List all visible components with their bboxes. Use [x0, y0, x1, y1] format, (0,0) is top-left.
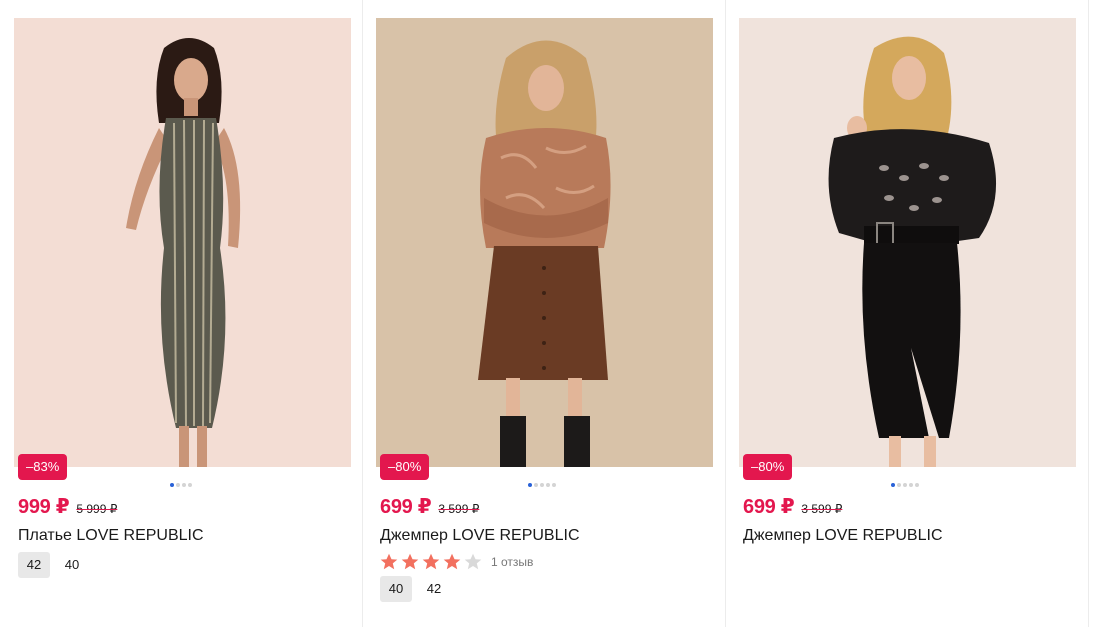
price-block: 699 ₽ 3 599 ₽: [743, 494, 842, 519]
price-block: 699 ₽ 3 599 ₽: [380, 494, 479, 519]
current-price: 699 ₽: [380, 496, 432, 518]
product-card[interactable]: –80% 699 ₽ 3 599 ₽ Джемпер LOVE REPUBLIC…: [363, 0, 726, 627]
star-filled-icon: [422, 553, 440, 570]
product-image[interactable]: [14, 18, 351, 467]
image-pagination[interactable]: [170, 483, 192, 487]
pagination-dot[interactable]: [903, 483, 907, 487]
star-filled-icon: [401, 553, 419, 570]
pagination-dot[interactable]: [546, 483, 550, 487]
product-title[interactable]: Платье LOVE REPUBLIC: [18, 527, 204, 545]
product-photo-dress: [14, 18, 351, 467]
pagination-dot[interactable]: [915, 483, 919, 487]
star-filled-icon: [380, 553, 398, 570]
size-option[interactable]: 40: [380, 576, 412, 602]
old-price: 5 999 ₽: [76, 502, 118, 516]
product-card[interactable]: –83% 999 ₽ 5 999 ₽ Платье LOVE REPUBLIC …: [0, 0, 363, 627]
pagination-dot[interactable]: [176, 483, 180, 487]
discount-badge: –83%: [18, 454, 68, 480]
discount-badge: –80%: [380, 454, 430, 480]
pagination-dot[interactable]: [170, 483, 174, 487]
reviews-link[interactable]: 1 отзыв: [491, 555, 533, 569]
size-list: 42 40: [18, 552, 88, 578]
pagination-dot[interactable]: [528, 483, 532, 487]
star-filled-icon: [443, 553, 461, 570]
image-pagination[interactable]: [528, 483, 556, 487]
product-image[interactable]: [376, 18, 713, 467]
pagination-dot[interactable]: [897, 483, 901, 487]
rating-stars: [380, 553, 485, 570]
size-option[interactable]: 40: [56, 552, 88, 578]
pagination-dot[interactable]: [891, 483, 895, 487]
image-pagination[interactable]: [891, 483, 919, 487]
star-empty-icon: [464, 553, 482, 570]
price-block: 999 ₽ 5 999 ₽: [18, 494, 117, 519]
product-card[interactable]: –80% 699 ₽ 3 599 ₽ Джемпер LOVE REPUBLIC: [726, 0, 1089, 627]
discount-badge: –80%: [743, 454, 793, 480]
pagination-dot[interactable]: [552, 483, 556, 487]
pagination-dot[interactable]: [909, 483, 913, 487]
product-grid: –83% 999 ₽ 5 999 ₽ Платье LOVE REPUBLIC …: [0, 0, 1093, 627]
size-list: 40 42: [380, 576, 450, 602]
pagination-dot[interactable]: [188, 483, 192, 487]
size-option[interactable]: 42: [18, 552, 50, 578]
product-photo-black-sweater: [739, 18, 1076, 467]
product-title[interactable]: Джемпер LOVE REPUBLIC: [743, 527, 943, 545]
product-title[interactable]: Джемпер LOVE REPUBLIC: [380, 527, 580, 545]
current-price: 699 ₽: [743, 496, 795, 518]
rating[interactable]: 1 отзыв: [380, 553, 533, 570]
product-image[interactable]: [739, 18, 1076, 467]
old-price: 3 599 ₽: [438, 502, 480, 516]
pagination-dot[interactable]: [182, 483, 186, 487]
old-price: 3 599 ₽: [801, 502, 843, 516]
product-photo-sweater: [376, 18, 713, 467]
size-option[interactable]: 42: [418, 576, 450, 602]
current-price: 999 ₽: [18, 496, 70, 518]
pagination-dot[interactable]: [534, 483, 538, 487]
pagination-dot[interactable]: [540, 483, 544, 487]
